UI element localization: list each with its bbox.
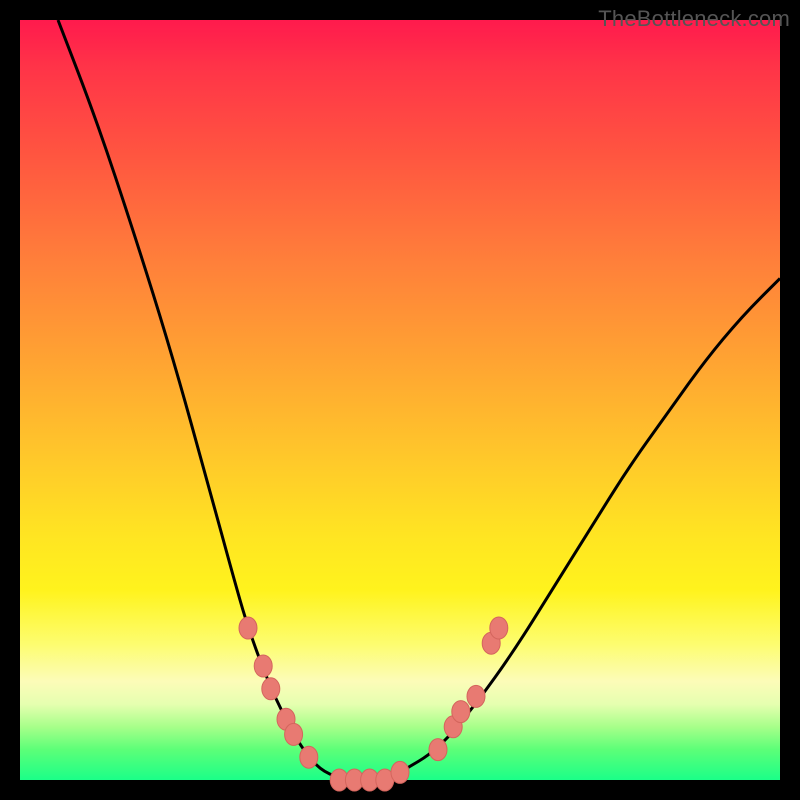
chart-marker [429,739,447,761]
chart-marker [239,617,257,639]
plot-area [20,20,780,780]
watermark-text: TheBottleneck.com [598,6,790,32]
bottleneck-curve [58,20,780,780]
chart-frame: TheBottleneck.com [0,0,800,800]
chart-marker [467,685,485,707]
chart-marker [254,655,272,677]
chart-marker [452,701,470,723]
chart-svg [20,20,780,780]
chart-marker [490,617,508,639]
chart-marker [300,746,318,768]
chart-marker [262,678,280,700]
chart-marker [391,761,409,783]
chart-marker [285,723,303,745]
